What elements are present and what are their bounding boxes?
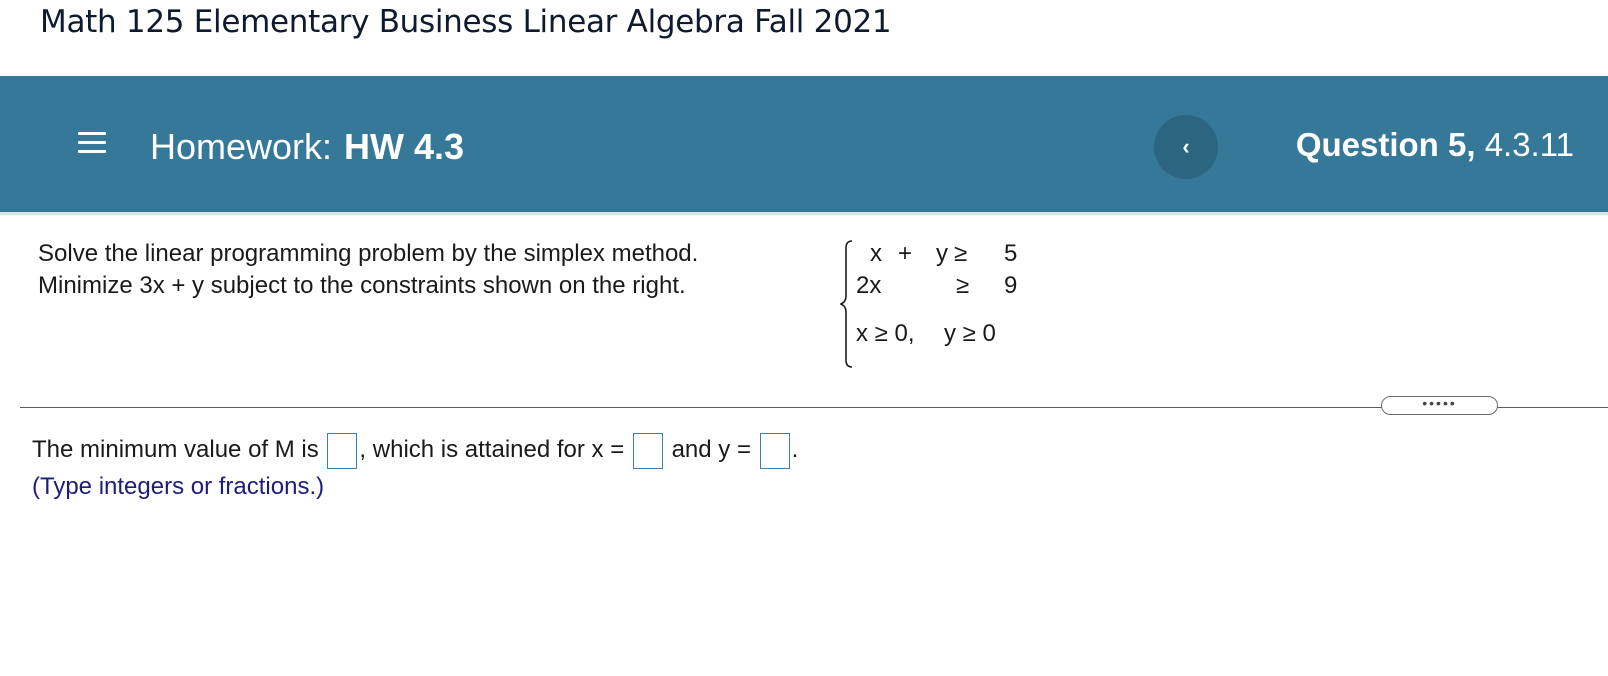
problem-line-2: Minimize 3x + y subject to the constrain… [38,272,686,299]
course-title: Math 125 Elementary Business Linear Alge… [40,4,892,40]
answer-text-1: The minimum value of M is [32,436,319,463]
homework-title: Homework: HW 4.3 [150,126,464,168]
section-divider [20,407,1608,408]
answer-text-3: and y = [671,436,751,463]
y-value-input[interactable] [759,432,790,469]
constraint-2-relation: ≥ [956,272,970,299]
constraint-system: x + y ≥ 5 2x ≥ 9 x ≥ 0, y ≥ 0 [840,240,1040,370]
question-number: Question 5, [1295,126,1476,163]
constraint-1-x: x [870,240,882,267]
answer-sentence: The minimum value of M is , which is att… [32,432,798,472]
chevron-left-icon: ‹ [1182,134,1190,159]
answer-text-2: , which is attained for x = [359,436,625,463]
menu-icon[interactable] [78,132,106,154]
nonneg-y: y ≥ 0 [944,320,996,347]
constraint-2-rhs: 9 [1004,272,1018,299]
left-brace-icon [840,240,853,368]
homework-header: Homework: HW 4.3 ‹ Question 5, 4.3.11 [0,76,1608,215]
constraint-2-x: 2x [856,272,882,299]
more-options-button[interactable]: ••••• [1381,396,1498,415]
nonneg-x: x ≥ 0, [856,320,915,347]
homework-name: HW 4.3 [344,126,465,167]
constraint-1-rhs: 5 [1004,240,1018,267]
problem-line-1: Solve the linear programming problem by … [38,240,699,267]
question-indicator: Question 5, 4.3.11 [1296,126,1574,164]
answer-text-4: . [791,436,799,463]
constraint-1-relation: ≥ [954,240,968,267]
previous-question-button[interactable]: ‹ [1154,115,1218,179]
answer-hint: (Type integers or fractions.) [32,473,325,500]
x-value-input[interactable] [632,432,663,469]
m-value-input[interactable] [327,432,358,469]
constraint-1-plus: + [898,240,913,267]
problem-statement: Solve the linear programming problem by … [38,238,698,302]
constraint-1-y: y [936,240,948,267]
homework-label: Homework: [150,126,333,167]
question-id: 4.3.11 [1484,126,1574,163]
